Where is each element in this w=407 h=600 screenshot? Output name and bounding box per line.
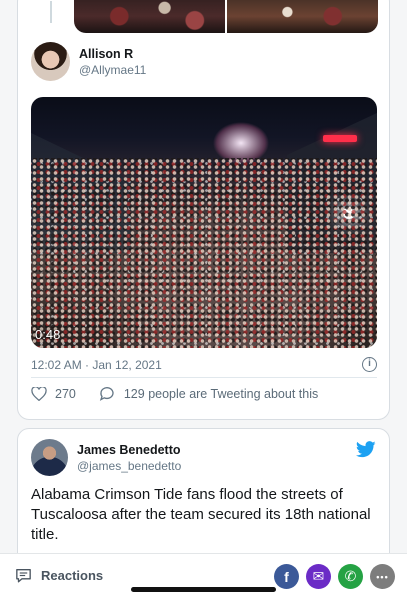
home-indicator[interactable] [131, 587, 276, 592]
tweet-author[interactable]: Allison R @Allymae11 [31, 42, 146, 81]
reactions-button[interactable]: Reactions [15, 568, 103, 583]
whatsapp-icon[interactable]: ✆ [338, 564, 363, 589]
video-player[interactable]: 0:48 [31, 97, 377, 348]
reactions-label: Reactions [41, 568, 104, 583]
timestamp[interactable]: 12:02 AM · Jan 12, 2021 [31, 358, 162, 372]
avatar[interactable] [31, 42, 70, 81]
video-frame [31, 158, 377, 348]
media-thumbnail[interactable] [74, 0, 225, 33]
video-scene [323, 135, 357, 142]
video-duration: 0:48 [35, 327, 61, 342]
tweet-actions: 270 129 people are Tweeting about this [31, 386, 318, 401]
comment-icon [16, 569, 31, 583]
author-handle[interactable]: @james_benedetto [77, 458, 181, 474]
embedded-tweet-previous: Allison R @Allymae11 0:48 12:02 AM · Jan… [17, 0, 390, 420]
tweet-meta: 12:02 AM · Jan 12, 2021 i [31, 357, 377, 372]
info-icon[interactable]: i [362, 357, 377, 372]
author-name[interactable]: Allison R [79, 46, 146, 62]
page: Allison R @Allymae11 0:48 12:02 AM · Jan… [0, 0, 407, 600]
conversation-link[interactable]: 129 people are Tweeting about this [124, 387, 318, 401]
facebook-icon[interactable]: f [274, 564, 299, 589]
author-name[interactable]: James Benedetto [77, 442, 181, 458]
more-icon[interactable]: ••• [370, 564, 395, 589]
bottom-bar: Reactions f ✉ ✆ ••• [0, 553, 407, 600]
like-count[interactable]: 270 [55, 387, 76, 401]
previous-media-strip[interactable] [74, 0, 378, 33]
twitter-bird-icon[interactable] [356, 441, 376, 458]
mail-icon[interactable]: ✉ [306, 564, 331, 589]
heart-icon[interactable] [31, 386, 47, 401]
author-handle[interactable]: @Allymae11 [79, 62, 146, 78]
thread-line [50, 1, 52, 23]
avatar[interactable] [31, 439, 68, 476]
tweet-author[interactable]: James Benedetto @james_benedetto [31, 439, 181, 476]
media-thumbnail[interactable] [227, 0, 378, 33]
tweet-text: Alabama Crimson Tide fans flood the stre… [31, 486, 371, 543]
divider [31, 377, 377, 378]
share-buttons: f ✉ ✆ ••• [274, 564, 395, 589]
speech-bubble-icon[interactable] [99, 386, 115, 401]
